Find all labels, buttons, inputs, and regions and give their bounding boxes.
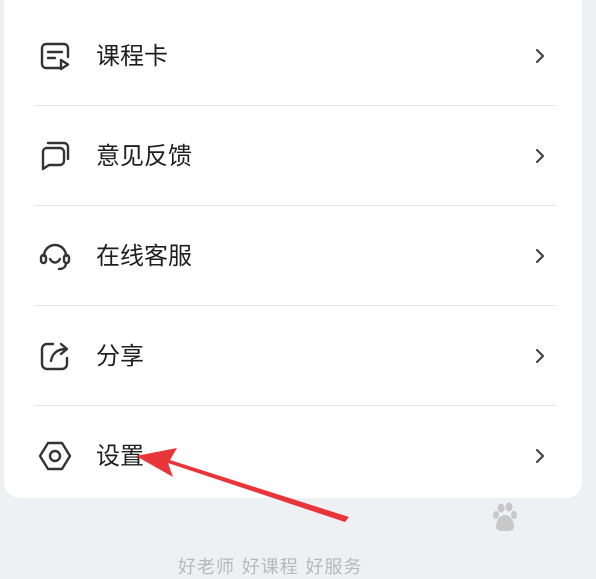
- baidu-jingyan-watermark: [452, 500, 572, 552]
- share-icon: [38, 339, 72, 373]
- menu-item-course-card[interactable]: 课程卡: [34, 6, 556, 106]
- chevron-right-icon: [530, 146, 550, 166]
- menu-item-label: 意见反馈: [96, 142, 192, 170]
- menu-item-feedback[interactable]: 意见反馈: [34, 106, 556, 206]
- feedback-icon: [38, 139, 72, 173]
- settings-icon: [38, 439, 72, 473]
- menu-item-label: 课程卡: [96, 42, 168, 70]
- menu-item-label: 在线客服: [96, 242, 192, 270]
- headset-icon: [38, 239, 72, 273]
- chevron-right-icon: [530, 446, 550, 466]
- menu-item-label: 设置: [96, 442, 144, 470]
- menu-item-online-service[interactable]: 在线客服: [34, 206, 556, 306]
- chevron-right-icon: [530, 46, 550, 66]
- chevron-right-icon: [530, 246, 550, 266]
- menu-card: 课程卡 意见反馈 在线客服 分享 设置: [4, 0, 582, 498]
- menu-item-label: 分享: [96, 342, 144, 370]
- menu-item-settings[interactable]: 设置: [34, 406, 556, 506]
- footer-slogan: 好老师 好课程 好服务: [178, 557, 363, 578]
- menu-item-share[interactable]: 分享: [34, 306, 556, 406]
- course-card-icon: [38, 39, 72, 73]
- chevron-right-icon: [530, 346, 550, 366]
